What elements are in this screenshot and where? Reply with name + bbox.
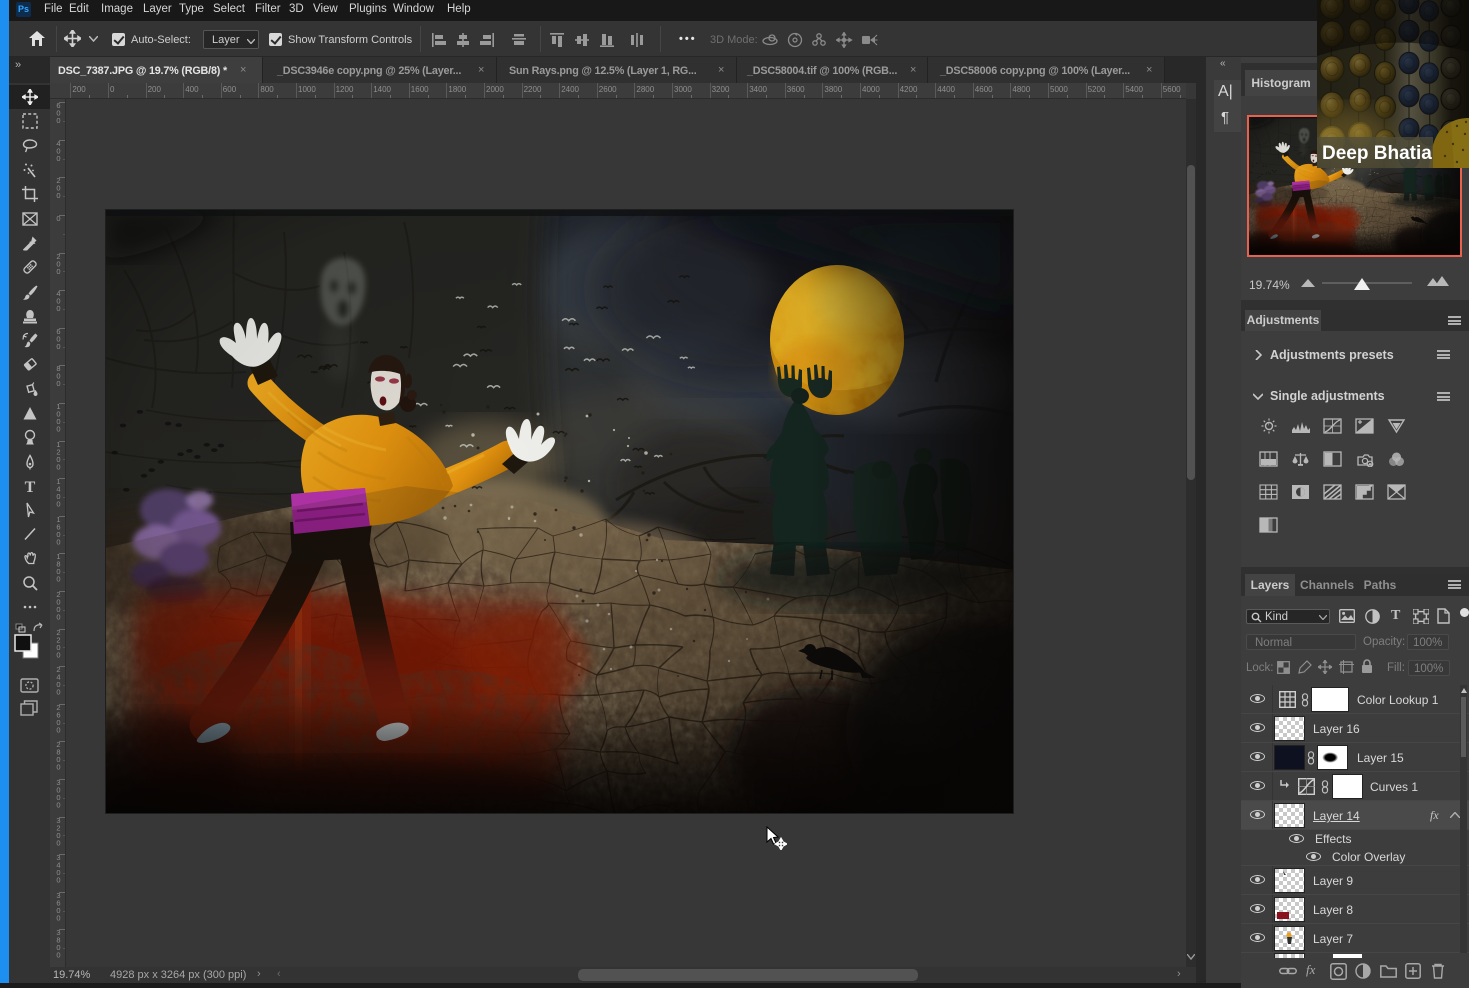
svg-text:Deep Bhatia: Deep Bhatia xyxy=(1322,143,1432,164)
svg-text:T: T xyxy=(24,479,35,494)
